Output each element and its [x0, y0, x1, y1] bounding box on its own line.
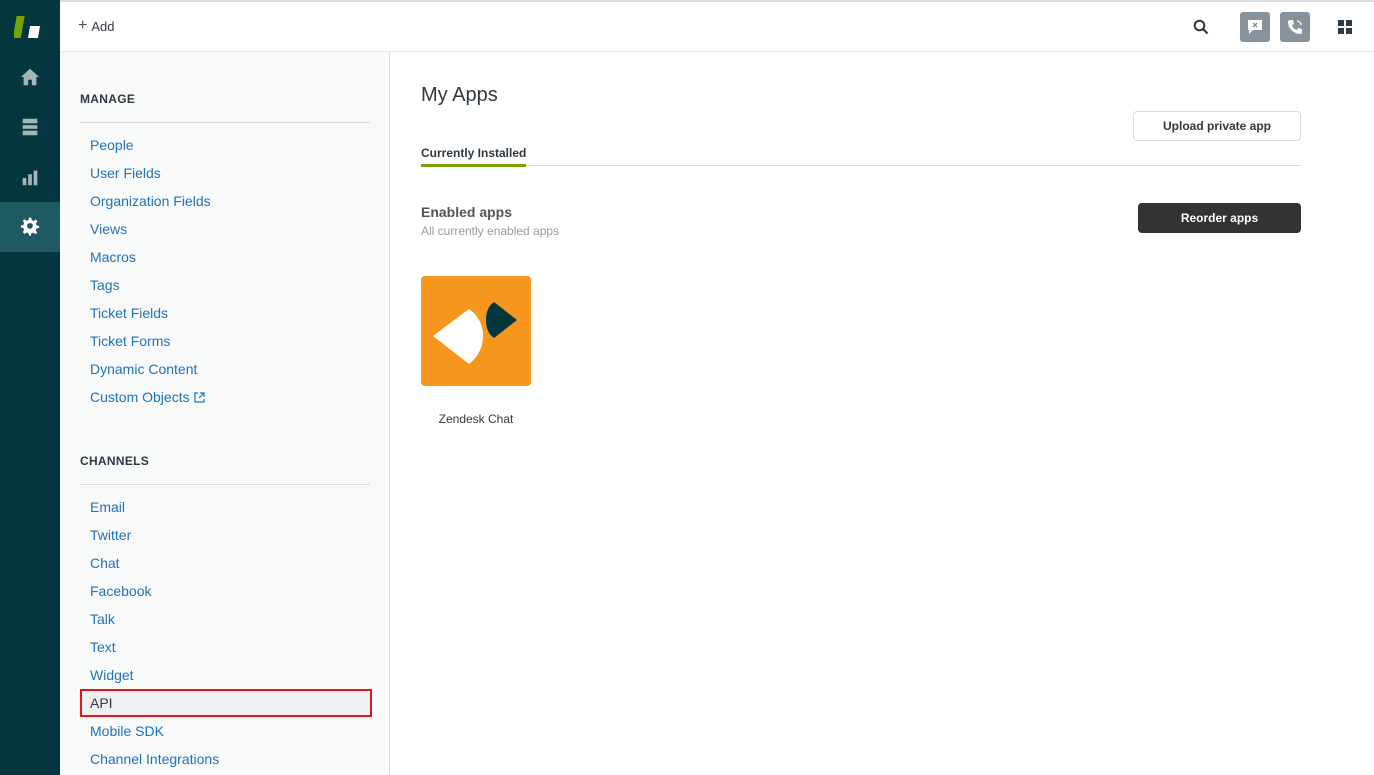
sidebar-item-views[interactable]: Views	[90, 221, 127, 237]
sidebar-item-dynamic-content[interactable]: Dynamic Content	[90, 361, 197, 377]
admin-sidebar: MANAGE People User Fields Organization F…	[60, 52, 390, 775]
add-button[interactable]: + Add	[78, 18, 114, 34]
sidebar-item-tags[interactable]: Tags	[90, 277, 120, 293]
main-content: My Apps Upload private app Currently Ins…	[391, 52, 1374, 775]
sidebar-item-widget[interactable]: Widget	[90, 667, 134, 683]
chat-icon[interactable]	[1240, 12, 1270, 42]
sidebar-item-mobile-sdk[interactable]: Mobile SDK	[90, 723, 164, 739]
sidebar-item-ticket-fields[interactable]: Ticket Fields	[90, 305, 168, 321]
sidebar-item-api[interactable]: API	[90, 695, 113, 711]
plus-icon: +	[78, 17, 88, 34]
manage-section-title: MANAGE	[80, 92, 136, 106]
channels-section-title: CHANNELS	[80, 454, 150, 468]
sidebar-item-facebook[interactable]: Facebook	[90, 583, 151, 599]
selected-item-highlight	[80, 689, 372, 717]
tab-bar: Currently Installed	[421, 146, 1301, 167]
page-title: My Apps	[421, 84, 498, 106]
views-icon[interactable]	[0, 102, 60, 152]
sidebar-item-people[interactable]: People	[90, 137, 134, 153]
sidebar-item-label: Custom Objects	[90, 389, 190, 405]
zendesk-logo-icon[interactable]	[12, 14, 46, 40]
external-link-icon	[193, 390, 205, 406]
sidebar-item-channel-integrations[interactable]: Channel Integrations	[90, 751, 219, 767]
phone-icon[interactable]	[1280, 12, 1310, 42]
home-icon[interactable]	[0, 52, 60, 102]
sidebar-item-ticket-forms[interactable]: Ticket Forms	[90, 333, 170, 349]
tab-currently-installed[interactable]: Currently Installed	[421, 146, 527, 167]
enabled-apps-subtitle: All currently enabled apps	[421, 224, 560, 238]
reporting-icon[interactable]	[0, 152, 60, 202]
app-name: Zendesk Chat	[438, 412, 514, 426]
sidebar-item-talk[interactable]: Talk	[90, 611, 115, 627]
sidebar-item-twitter[interactable]: Twitter	[90, 527, 131, 543]
search-icon[interactable]	[1186, 12, 1216, 42]
product-rail	[0, 0, 60, 775]
divider	[80, 484, 370, 485]
sidebar-item-text[interactable]: Text	[90, 639, 116, 655]
divider	[80, 122, 370, 123]
zendesk-chat-logo-icon	[433, 302, 517, 364]
upload-private-app-button[interactable]: Upload private app	[1133, 111, 1301, 141]
sidebar-item-organization-fields[interactable]: Organization Fields	[90, 193, 211, 209]
app-tile-zendesk-chat[interactable]	[421, 276, 531, 386]
sidebar-item-macros[interactable]: Macros	[90, 249, 136, 265]
sidebar-item-email[interactable]: Email	[90, 499, 125, 515]
sidebar-item-custom-objects[interactable]: Custom Objects	[90, 389, 205, 406]
apps-grid-icon[interactable]	[1330, 12, 1360, 42]
sidebar-item-user-fields[interactable]: User Fields	[90, 165, 161, 181]
reorder-apps-button[interactable]: Reorder apps	[1138, 203, 1301, 233]
enabled-apps-title: Enabled apps	[421, 204, 513, 220]
add-label: Add	[91, 18, 115, 34]
top-bar: + Add	[60, 0, 1374, 52]
admin-gear-icon[interactable]	[0, 202, 60, 252]
sidebar-item-chat[interactable]: Chat	[90, 555, 120, 571]
